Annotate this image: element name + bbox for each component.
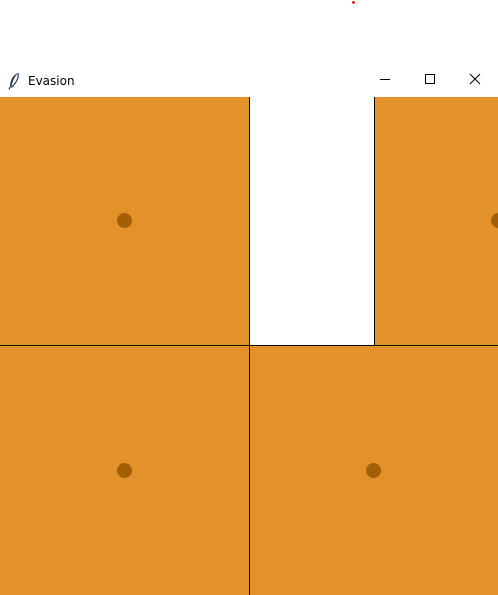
grid-line (374, 97, 375, 346)
maximize-icon (424, 72, 436, 90)
close-button[interactable] (452, 66, 498, 95)
screen: Evasion (0, 0, 498, 595)
maximize-button[interactable] (407, 66, 453, 95)
title-bar[interactable]: Evasion (0, 66, 498, 97)
tile-top-middle[interactable] (249, 97, 374, 346)
grid-line (0, 345, 498, 346)
feather-icon (7, 72, 23, 90)
window-title: Evasion (28, 74, 75, 88)
tile-top-right[interactable] (374, 97, 498, 346)
piece-dot[interactable] (117, 463, 132, 478)
tile-bottom-left[interactable] (0, 346, 249, 595)
piece-dot[interactable] (491, 213, 498, 228)
piece-dot[interactable] (117, 213, 132, 228)
marker-dot (352, 1, 355, 4)
minimize-button[interactable] (362, 66, 408, 95)
minimize-icon (379, 72, 391, 90)
grid-line (249, 97, 250, 595)
close-icon (469, 72, 481, 90)
tile-bottom-right[interactable] (249, 346, 498, 595)
tile-top-left[interactable] (0, 97, 249, 346)
game-board[interactable] (0, 97, 498, 595)
piece-dot[interactable] (366, 463, 381, 478)
app-window: Evasion (0, 66, 498, 595)
